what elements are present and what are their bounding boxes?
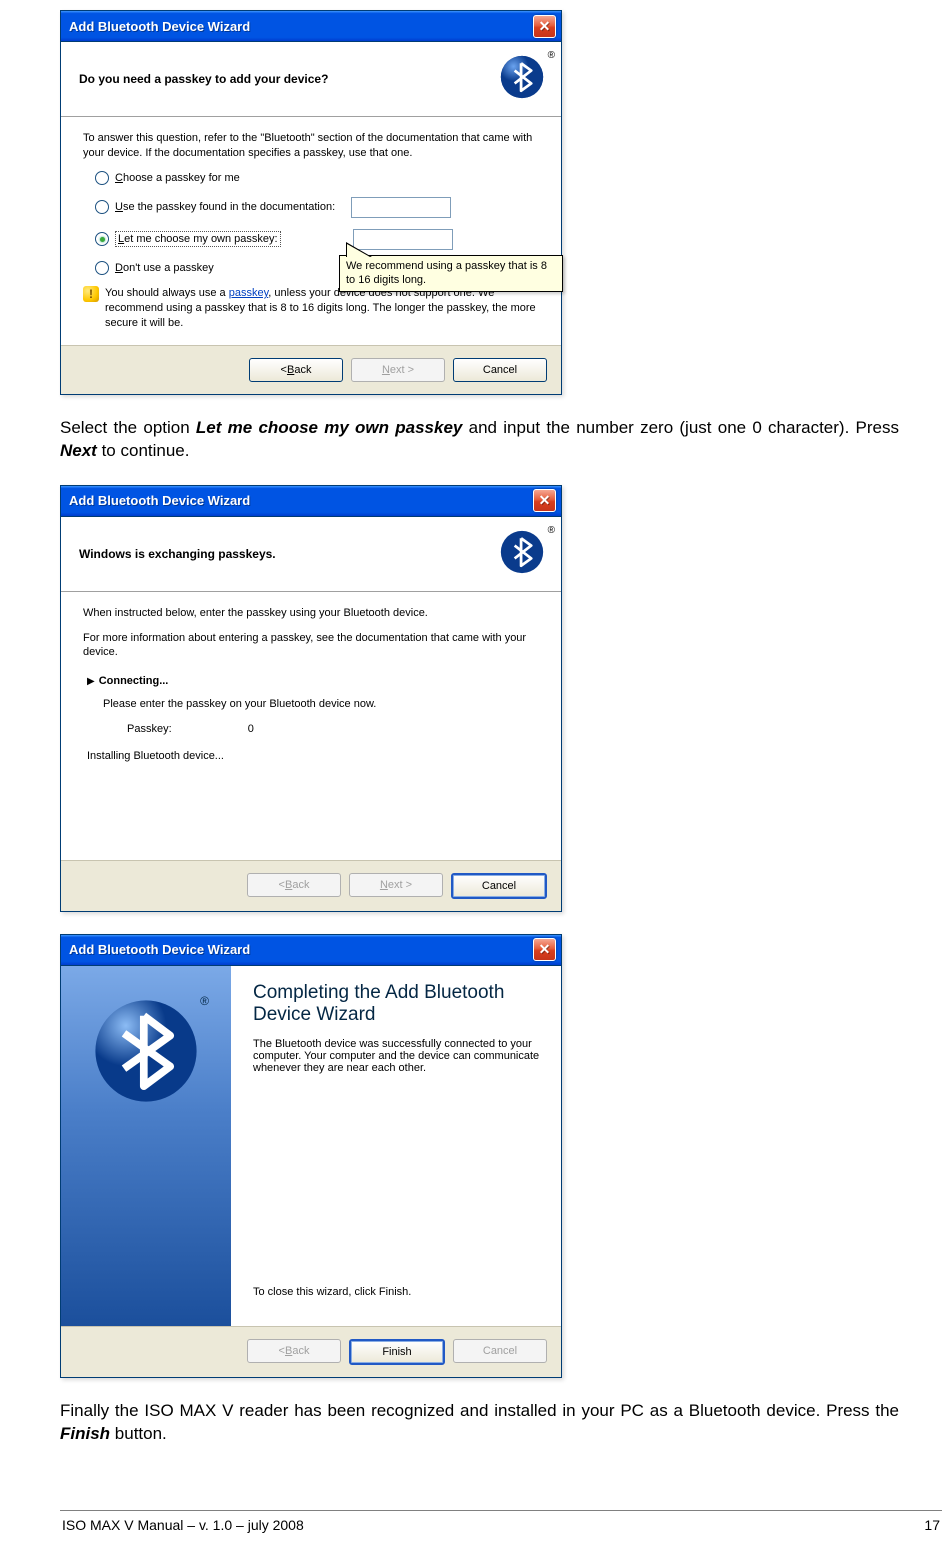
window-title: Add Bluetooth Device Wizard xyxy=(69,493,250,508)
registered-mark: ® xyxy=(548,525,555,536)
wizard-content: When instructed below, enter the passkey… xyxy=(61,592,561,860)
instruction-paragraph-1: Select the option Let me choose my own p… xyxy=(60,417,899,463)
radio-use-documentation[interactable] xyxy=(95,200,109,214)
cancel-button[interactable]: Cancel xyxy=(453,358,547,382)
window-title: Add Bluetooth Device Wizard xyxy=(69,942,250,957)
wizard-header: Windows is exchanging passkeys. ® xyxy=(61,517,561,592)
close-icon[interactable]: ✕ xyxy=(533,15,556,38)
close-instruction: To close this wizard, click Finish. xyxy=(253,1286,541,1298)
passkey-label: Passkey: xyxy=(127,723,172,735)
line-1: When instructed below, enter the passkey… xyxy=(83,606,539,621)
titlebar: Add Bluetooth Device Wizard ✕ xyxy=(61,486,561,517)
bluetooth-icon: ® xyxy=(499,54,549,104)
complete-heading: Completing the Add Bluetooth Device Wiza… xyxy=(253,982,541,1026)
arrow-icon: ▶ xyxy=(87,676,95,687)
page-number: 17 xyxy=(924,1517,940,1533)
dialog-completing-wizard: Add Bluetooth Device Wizard ✕ ® Completi… xyxy=(60,934,562,1378)
dialog-exchanging-passkeys: Add Bluetooth Device Wizard ✕ Windows is… xyxy=(60,485,562,912)
titlebar: Add Bluetooth Device Wizard ✕ xyxy=(61,11,561,42)
back-button[interactable]: < Back xyxy=(249,358,343,382)
wizard-header: Do you need a passkey to add your device… xyxy=(61,42,561,117)
finish-button[interactable]: Finish xyxy=(349,1339,445,1365)
titlebar: Add Bluetooth Device Wizard ✕ xyxy=(61,935,561,966)
line-2: For more information about entering a pa… xyxy=(83,631,539,661)
registered-mark: ® xyxy=(200,994,209,1008)
close-icon[interactable]: ✕ xyxy=(533,938,556,961)
close-icon[interactable]: ✕ xyxy=(533,489,556,512)
intro-text: To answer this question, refer to the "B… xyxy=(83,131,539,161)
passkey-input-doc[interactable] xyxy=(351,197,451,218)
radio-choose-for-me[interactable] xyxy=(95,171,109,185)
info-icon: ! xyxy=(83,286,99,302)
complete-body-text: The Bluetooth device was successfully co… xyxy=(253,1038,541,1074)
radio-no-passkey[interactable] xyxy=(95,261,109,275)
radio-label: Choose a passkey for me xyxy=(115,171,240,186)
cancel-button[interactable]: Cancel xyxy=(451,873,547,899)
connecting-label: Connecting... xyxy=(99,675,169,687)
info-text: You should always use a passkey, unless … xyxy=(105,286,539,331)
wizard-heading: Windows is exchanging passkeys. xyxy=(79,547,276,561)
info-row: ! You should always use a passkey, unles… xyxy=(83,286,539,331)
next-button[interactable]: Next > xyxy=(351,358,445,382)
radio-own-passkey[interactable] xyxy=(95,232,109,246)
next-button: Next > xyxy=(349,873,443,897)
instruction-text: Please enter the passkey on your Bluetoo… xyxy=(103,697,539,712)
registered-mark: ® xyxy=(548,50,555,61)
instruction-paragraph-2: Finally the ISO MAX V reader has been re… xyxy=(60,1400,899,1446)
passkey-link[interactable]: passkey xyxy=(229,287,269,299)
bluetooth-icon: ® xyxy=(499,529,549,579)
back-button: < Back xyxy=(247,1339,341,1363)
tooltip-passkey-recommendation: We recommend using a passkey that is 8 t… xyxy=(339,255,563,292)
back-button: < Back xyxy=(247,873,341,897)
cancel-button: Cancel xyxy=(453,1339,547,1363)
dialog-passkey-options: Add Bluetooth Device Wizard ✕ Do you nee… xyxy=(60,10,562,395)
passkey-value: 0 xyxy=(248,723,254,735)
radio-label-selected: Let me choose my own passkey: xyxy=(115,231,281,248)
radio-label: Don't use a passkey xyxy=(115,261,214,276)
wizard-side-graphic: ® xyxy=(61,966,231,1326)
wizard-heading: Do you need a passkey to add your device… xyxy=(79,72,328,86)
wizard-content: To answer this question, refer to the "B… xyxy=(61,117,561,345)
page-footer: ISO MAX V Manual – v. 1.0 – july 2008 17 xyxy=(60,1510,942,1533)
installing-label: Installing Bluetooth device... xyxy=(87,749,539,764)
window-title: Add Bluetooth Device Wizard xyxy=(69,19,250,34)
radio-label: Use the passkey found in the documentati… xyxy=(115,200,345,215)
footer-left: ISO MAX V Manual – v. 1.0 – july 2008 xyxy=(62,1517,304,1533)
